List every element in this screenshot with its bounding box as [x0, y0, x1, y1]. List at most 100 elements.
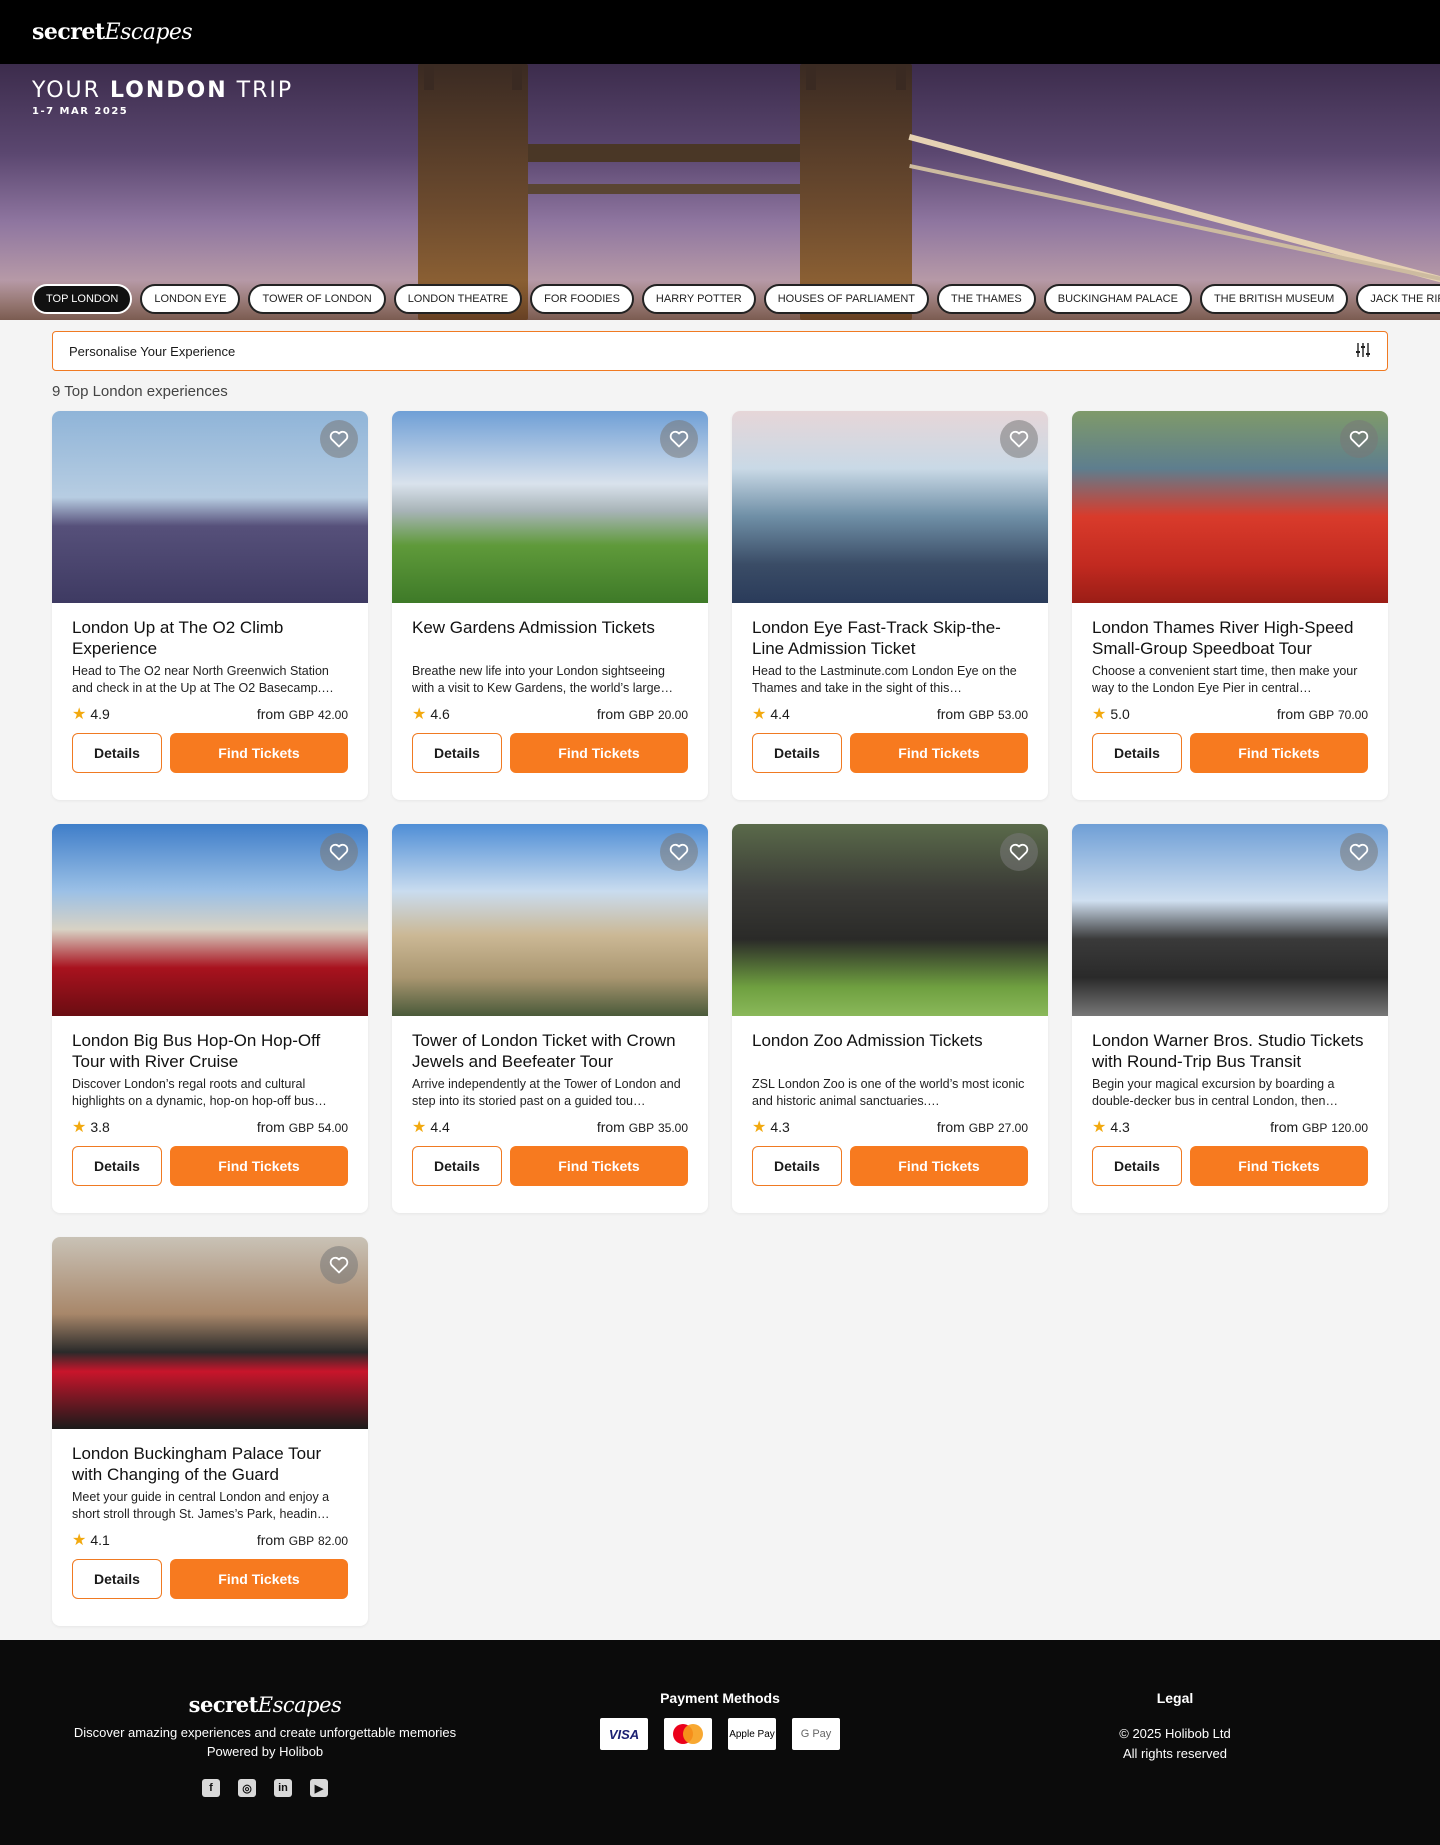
youtube-icon[interactable]: ▶	[310, 1779, 328, 1797]
sliders-icon[interactable]	[1355, 342, 1371, 361]
category-tab[interactable]: HARRY POTTER	[641, 284, 756, 314]
heart-icon[interactable]	[660, 420, 698, 458]
price: from GBP 54.00	[257, 1119, 348, 1135]
experience-image[interactable]	[52, 824, 368, 1016]
category-tab[interactable]: LONDON EYE	[140, 284, 241, 314]
find-tickets-button[interactable]: Find Tickets	[510, 1146, 688, 1186]
experience-image[interactable]	[52, 1237, 368, 1429]
site-logo[interactable]: secretEscapes	[32, 19, 193, 45]
experience-image[interactable]	[732, 824, 1048, 1016]
price-currency: GBP	[288, 708, 315, 722]
star-icon: ★	[1092, 706, 1107, 723]
experience-title[interactable]: London Thames River High-Speed Small-Gro…	[1092, 617, 1368, 659]
find-tickets-button[interactable]: Find Tickets	[170, 1559, 348, 1599]
price-currency: GBP	[288, 1534, 315, 1548]
personalise-bar[interactable]: Personalise Your Experience	[52, 331, 1388, 371]
experience-title[interactable]: London Eye Fast-Track Skip-the-Line Admi…	[752, 617, 1028, 659]
category-tab[interactable]: THE BRITISH MUSEUM	[1199, 284, 1349, 314]
experience-card[interactable]: London Warner Bros. Studio Tickets with …	[1072, 824, 1388, 1213]
price: from GBP 53.00	[937, 706, 1028, 722]
rating-value: 4.4	[770, 706, 790, 722]
rating: ★ 4.6	[412, 704, 450, 724]
find-tickets-button[interactable]: Find Tickets	[170, 1146, 348, 1186]
footer-logo[interactable]: secretEscapes	[60, 1692, 470, 1717]
experience-card[interactable]: London Big Bus Hop-On Hop-Off Tour with …	[52, 824, 368, 1213]
price-value: 70.00	[1337, 708, 1368, 722]
details-button[interactable]: Details	[752, 1146, 842, 1186]
heart-icon[interactable]	[660, 833, 698, 871]
hero-title-prefix: YOUR	[32, 78, 110, 103]
details-button[interactable]: Details	[412, 1146, 502, 1186]
rating-value: 4.1	[90, 1532, 110, 1548]
find-tickets-button[interactable]: Find Tickets	[510, 733, 688, 773]
category-tab[interactable]: TOWER OF LONDON	[248, 284, 386, 314]
facebook-icon[interactable]: f	[202, 1779, 220, 1797]
experience-card[interactable]: London Buckingham Palace Tour with Chang…	[52, 1237, 368, 1626]
category-tab[interactable]: HOUSES OF PARLIAMENT	[763, 284, 930, 314]
top-bar: secretEscapes	[0, 0, 1440, 64]
experience-image[interactable]	[732, 411, 1048, 603]
price-value: 82.00	[317, 1534, 348, 1548]
category-tab[interactable]: THE THAMES	[937, 284, 1036, 314]
experience-title[interactable]: London Zoo Admission Tickets	[752, 1030, 1028, 1072]
category-tab[interactable]: TOP LONDON	[32, 284, 133, 314]
star-icon: ★	[412, 1119, 427, 1136]
experience-title[interactable]: London Up at The O2 Climb Experience	[72, 617, 348, 659]
results-count: 9 Top London experiences	[52, 383, 228, 400]
details-button[interactable]: Details	[72, 733, 162, 773]
heart-icon[interactable]	[320, 1246, 358, 1284]
find-tickets-button[interactable]: Find Tickets	[170, 733, 348, 773]
find-tickets-button[interactable]: Find Tickets	[1190, 1146, 1368, 1186]
price-from: from	[256, 1532, 285, 1548]
details-button[interactable]: Details	[72, 1559, 162, 1599]
footer: secretEscapes Discover amazing experienc…	[0, 1640, 1440, 1845]
experience-card[interactable]: Kew Gardens Admission Tickets Breathe new…	[392, 411, 708, 800]
experience-card[interactable]: London Thames River High-Speed Small-Gro…	[1072, 411, 1388, 800]
details-button[interactable]: Details	[1092, 1146, 1182, 1186]
details-button[interactable]: Details	[752, 733, 842, 773]
price-value: 35.00	[657, 1121, 688, 1135]
experience-image[interactable]	[392, 411, 708, 603]
experience-title[interactable]: London Big Bus Hop-On Hop-Off Tour with …	[72, 1030, 348, 1072]
experience-title[interactable]: London Warner Bros. Studio Tickets with …	[1092, 1030, 1368, 1072]
heart-icon[interactable]	[1340, 420, 1378, 458]
experience-title[interactable]: Tower of London Ticket with Crown Jewels…	[412, 1030, 688, 1072]
experience-grid: London Up at The O2 Climb Experience Head…	[52, 411, 1388, 1626]
experience-card[interactable]: London Zoo Admission Tickets ZSL London Z…	[732, 824, 1048, 1213]
heart-icon[interactable]	[320, 420, 358, 458]
rating: ★ 5.0	[1092, 704, 1130, 724]
experience-card[interactable]: Tower of London Ticket with Crown Jewels…	[392, 824, 708, 1213]
experience-card[interactable]: London Eye Fast-Track Skip-the-Line Admi…	[732, 411, 1048, 800]
find-tickets-button[interactable]: Find Tickets	[850, 733, 1028, 773]
heart-icon[interactable]	[1340, 833, 1378, 871]
experience-title[interactable]: London Buckingham Palace Tour with Chang…	[72, 1443, 348, 1485]
find-tickets-button[interactable]: Find Tickets	[850, 1146, 1028, 1186]
category-tab[interactable]: LONDON THEATRE	[393, 284, 523, 314]
price-currency: GBP	[628, 1121, 655, 1135]
experience-card[interactable]: London Up at The O2 Climb Experience Head…	[52, 411, 368, 800]
experience-image[interactable]	[52, 411, 368, 603]
details-button[interactable]: Details	[412, 733, 502, 773]
details-button[interactable]: Details	[72, 1146, 162, 1186]
heart-icon[interactable]	[1000, 420, 1038, 458]
rating: ★ 4.9	[72, 704, 110, 724]
heart-icon[interactable]	[320, 833, 358, 871]
experience-description: Breathe new life into your London sights…	[412, 664, 673, 695]
experience-image[interactable]	[1072, 411, 1388, 603]
category-tab[interactable]: JACK THE RIPPER	[1356, 284, 1440, 314]
heart-icon[interactable]	[1000, 833, 1038, 871]
linkedin-icon[interactable]: in	[274, 1779, 292, 1797]
legal-heading[interactable]: Legal	[1060, 1690, 1290, 1706]
category-tab[interactable]: FOR FOODIES	[530, 284, 634, 314]
price-value: 54.00	[317, 1121, 348, 1135]
experience-image[interactable]	[1072, 824, 1388, 1016]
find-tickets-button[interactable]: Find Tickets	[1190, 733, 1368, 773]
price-from: from	[256, 1119, 285, 1135]
category-tab[interactable]: BUCKINGHAM PALACE	[1043, 284, 1192, 314]
experience-title[interactable]: Kew Gardens Admission Tickets	[412, 617, 688, 659]
experience-image[interactable]	[392, 824, 708, 1016]
social-links: f ◎ in ▶	[60, 1779, 470, 1797]
instagram-icon[interactable]: ◎	[238, 1779, 256, 1797]
details-button[interactable]: Details	[1092, 733, 1182, 773]
apple-pay-icon: Apple Pay	[728, 1718, 776, 1750]
